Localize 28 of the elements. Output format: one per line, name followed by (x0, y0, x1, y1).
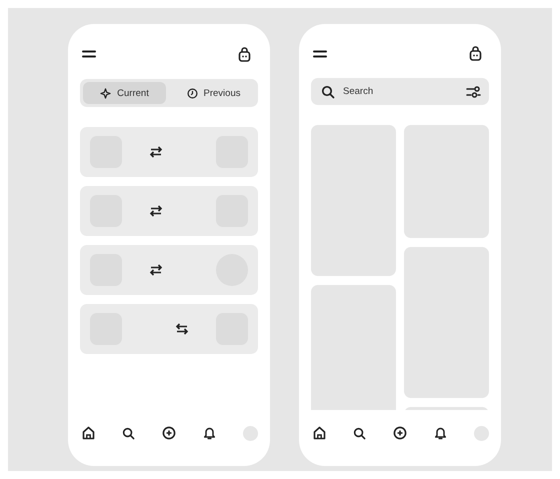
add-icon[interactable] (393, 426, 407, 440)
menu-icon[interactable] (82, 50, 96, 58)
tile-placeholder[interactable] (311, 125, 396, 276)
home-icon[interactable] (313, 426, 326, 440)
menu-icon[interactable] (313, 50, 327, 58)
search-bar[interactable]: Search (311, 78, 489, 106)
tile-placeholder[interactable] (404, 125, 489, 238)
swap-arrows-icon (148, 264, 164, 276)
swap-arrows-icon (148, 205, 164, 217)
search-icon[interactable] (122, 426, 135, 440)
tab[interactable]: Previous (172, 82, 255, 104)
tile-placeholder[interactable] (404, 247, 489, 398)
filter-icon[interactable] (466, 86, 481, 98)
swap-arrows-icon (148, 146, 164, 158)
search-icon (321, 84, 335, 99)
sparkle-icon (100, 88, 112, 98)
shopping-bag-icon[interactable] (469, 46, 482, 62)
bell-icon[interactable] (203, 426, 216, 440)
tile-placeholder[interactable] (311, 285, 396, 410)
swap-arrows-icon (174, 323, 190, 335)
search-field[interactable]: Search (343, 86, 458, 98)
clock-icon (186, 88, 198, 98)
shopping-bag-icon[interactable] (238, 46, 251, 62)
home-icon[interactable] (82, 426, 95, 440)
search-icon[interactable] (353, 426, 366, 440)
tab[interactable]: Current (83, 82, 166, 104)
bell-icon[interactable] (434, 426, 447, 440)
add-icon[interactable] (162, 426, 176, 440)
